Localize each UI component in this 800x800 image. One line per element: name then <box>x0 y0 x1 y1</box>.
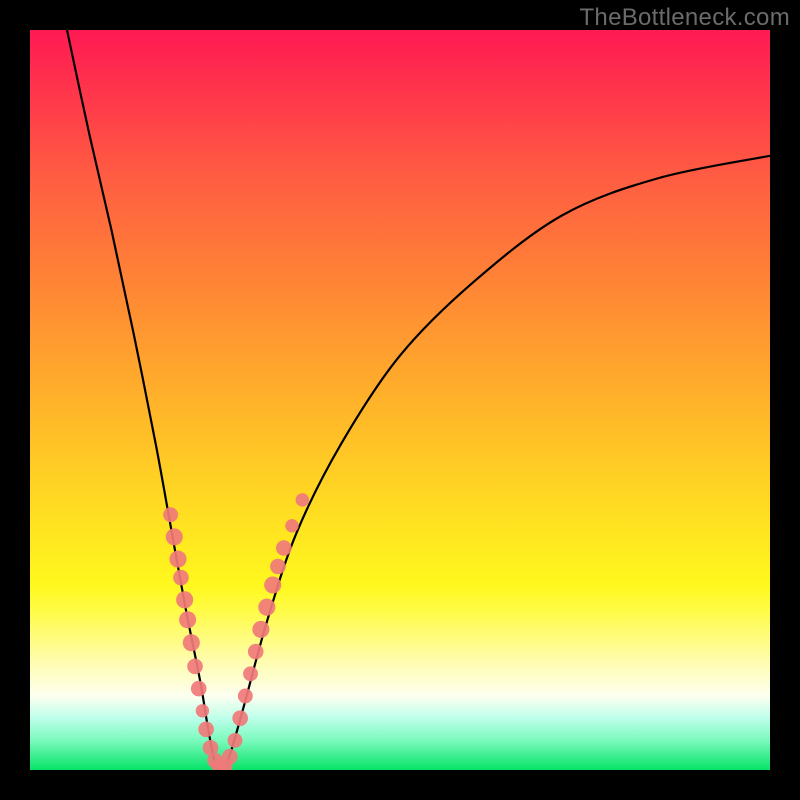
data-marker <box>179 611 196 628</box>
data-marker <box>238 689 253 704</box>
data-marker <box>169 551 186 568</box>
data-marker <box>248 644 264 660</box>
data-marker <box>276 540 292 556</box>
data-marker <box>198 721 214 737</box>
data-marker <box>207 753 223 769</box>
data-marker <box>264 576 281 593</box>
data-marker <box>203 740 219 756</box>
chart-frame: TheBottleneck.com <box>0 0 800 800</box>
data-marker <box>232 710 248 726</box>
data-marker <box>243 666 258 681</box>
data-marker <box>191 681 207 697</box>
marker-group <box>163 493 309 770</box>
data-marker <box>187 659 203 675</box>
data-marker <box>252 621 269 638</box>
data-marker <box>183 634 200 651</box>
watermark-text: TheBottleneck.com <box>579 4 790 32</box>
data-marker <box>270 559 286 575</box>
data-marker <box>285 519 298 532</box>
data-marker <box>166 528 183 545</box>
data-marker <box>217 758 233 770</box>
bottleneck-curve-path <box>67 30 770 770</box>
data-marker <box>212 758 228 770</box>
data-marker <box>196 704 209 717</box>
data-marker <box>222 749 238 765</box>
data-marker <box>296 493 309 506</box>
data-marker <box>173 570 189 586</box>
plot-area <box>30 30 770 770</box>
data-marker <box>176 591 193 608</box>
data-marker <box>163 507 178 522</box>
data-marker <box>258 599 275 616</box>
curve-svg <box>30 30 770 770</box>
data-marker <box>228 733 243 748</box>
